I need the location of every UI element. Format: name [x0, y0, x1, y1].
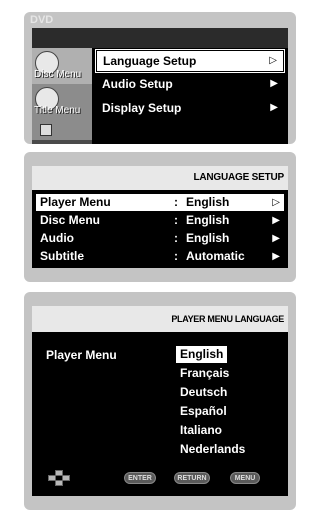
row-value: English	[186, 195, 230, 209]
direction-pad-icon	[48, 470, 70, 486]
menu-item-language-setup[interactable]: Language Setup ▷	[96, 50, 284, 72]
arrow-right-icon: ▶	[270, 78, 278, 89]
row-colon: :	[174, 231, 178, 245]
player-menu-language-screen: PLAYER MENU LANGUAGE Player Menu English…	[32, 306, 288, 496]
menu-item-label: Display Setup	[102, 101, 182, 115]
menu-item-audio-setup[interactable]: Audio Setup ▶	[96, 74, 284, 94]
row-label: Disc Menu	[40, 213, 101, 227]
tab-label: Title Menu	[34, 105, 81, 116]
row-player-menu[interactable]: Player Menu : English ▷	[36, 194, 284, 211]
arrow-right-icon: ▶	[272, 251, 280, 262]
setup-items: Language Setup ▷ Audio Setup ▶ Display S…	[92, 48, 288, 144]
row-subtitle[interactable]: Subtitle : Automatic ▶	[36, 248, 284, 265]
screen-header: PLAYER MENU LANGUAGE	[32, 306, 288, 332]
row-label: Subtitle	[40, 249, 84, 263]
row-colon: :	[174, 213, 178, 227]
arrow-right-icon: ▷	[272, 197, 280, 208]
menu-item-label: Language Setup	[103, 54, 197, 68]
row-value: Automatic	[186, 249, 245, 263]
arrow-right-icon: ▶	[270, 102, 278, 113]
option-deutsch[interactable]: Deutsch	[176, 384, 231, 401]
panel-title: DVD	[30, 14, 54, 26]
arrow-right-icon: ▶	[272, 215, 280, 226]
tab-title-menu[interactable]: Title Menu	[32, 84, 92, 120]
row-colon: :	[174, 249, 178, 263]
option-nederlands[interactable]: Nederlands	[176, 441, 249, 458]
button-guide: ENTER RETURN MENU	[32, 468, 288, 488]
row-value: English	[186, 213, 230, 227]
tab-function[interactable]	[32, 120, 92, 140]
screen-header: LANGUAGE SETUP	[32, 166, 288, 190]
option-italiano[interactable]: Italiano	[176, 422, 226, 439]
row-disc-menu[interactable]: Disc Menu : English ▶	[36, 212, 284, 229]
main-setup-panel: DVD Disc Menu Title Menu Language Setup …	[24, 12, 296, 144]
tab-disc-menu[interactable]: Disc Menu	[32, 48, 92, 84]
menu-item-display-setup[interactable]: Display Setup ▶	[96, 98, 284, 118]
setup-screen: Disc Menu Title Menu Language Setup ▷ Au…	[32, 28, 288, 144]
option-english[interactable]: English	[176, 346, 228, 363]
player-menu-language-panel: PLAYER MENU LANGUAGE Player Menu English…	[24, 292, 296, 510]
setting-label: Player Menu	[46, 348, 117, 362]
function-icon	[40, 124, 52, 136]
menu-button[interactable]: MENU	[230, 472, 260, 484]
row-label: Audio	[40, 231, 74, 245]
menu-item-label: Audio Setup	[102, 77, 173, 91]
option-francais[interactable]: Français	[176, 365, 233, 382]
enter-button[interactable]: ENTER	[124, 472, 156, 484]
arrow-right-icon: ▷	[269, 55, 277, 66]
row-colon: :	[174, 195, 178, 209]
row-value: English	[186, 231, 230, 245]
row-label: Player Menu	[40, 195, 111, 209]
menu-tabs: Disc Menu Title Menu	[32, 48, 92, 144]
option-espanol[interactable]: Español	[176, 403, 231, 420]
row-audio[interactable]: Audio : English ▶	[36, 230, 284, 247]
arrow-right-icon: ▶	[272, 233, 280, 244]
return-button[interactable]: RETURN	[174, 472, 210, 484]
language-setup-panel: LANGUAGE SETUP Player Menu : English ▷ D…	[24, 152, 296, 282]
tab-label: Disc Menu	[34, 69, 82, 80]
language-setup-screen: LANGUAGE SETUP Player Menu : English ▷ D…	[32, 166, 288, 268]
